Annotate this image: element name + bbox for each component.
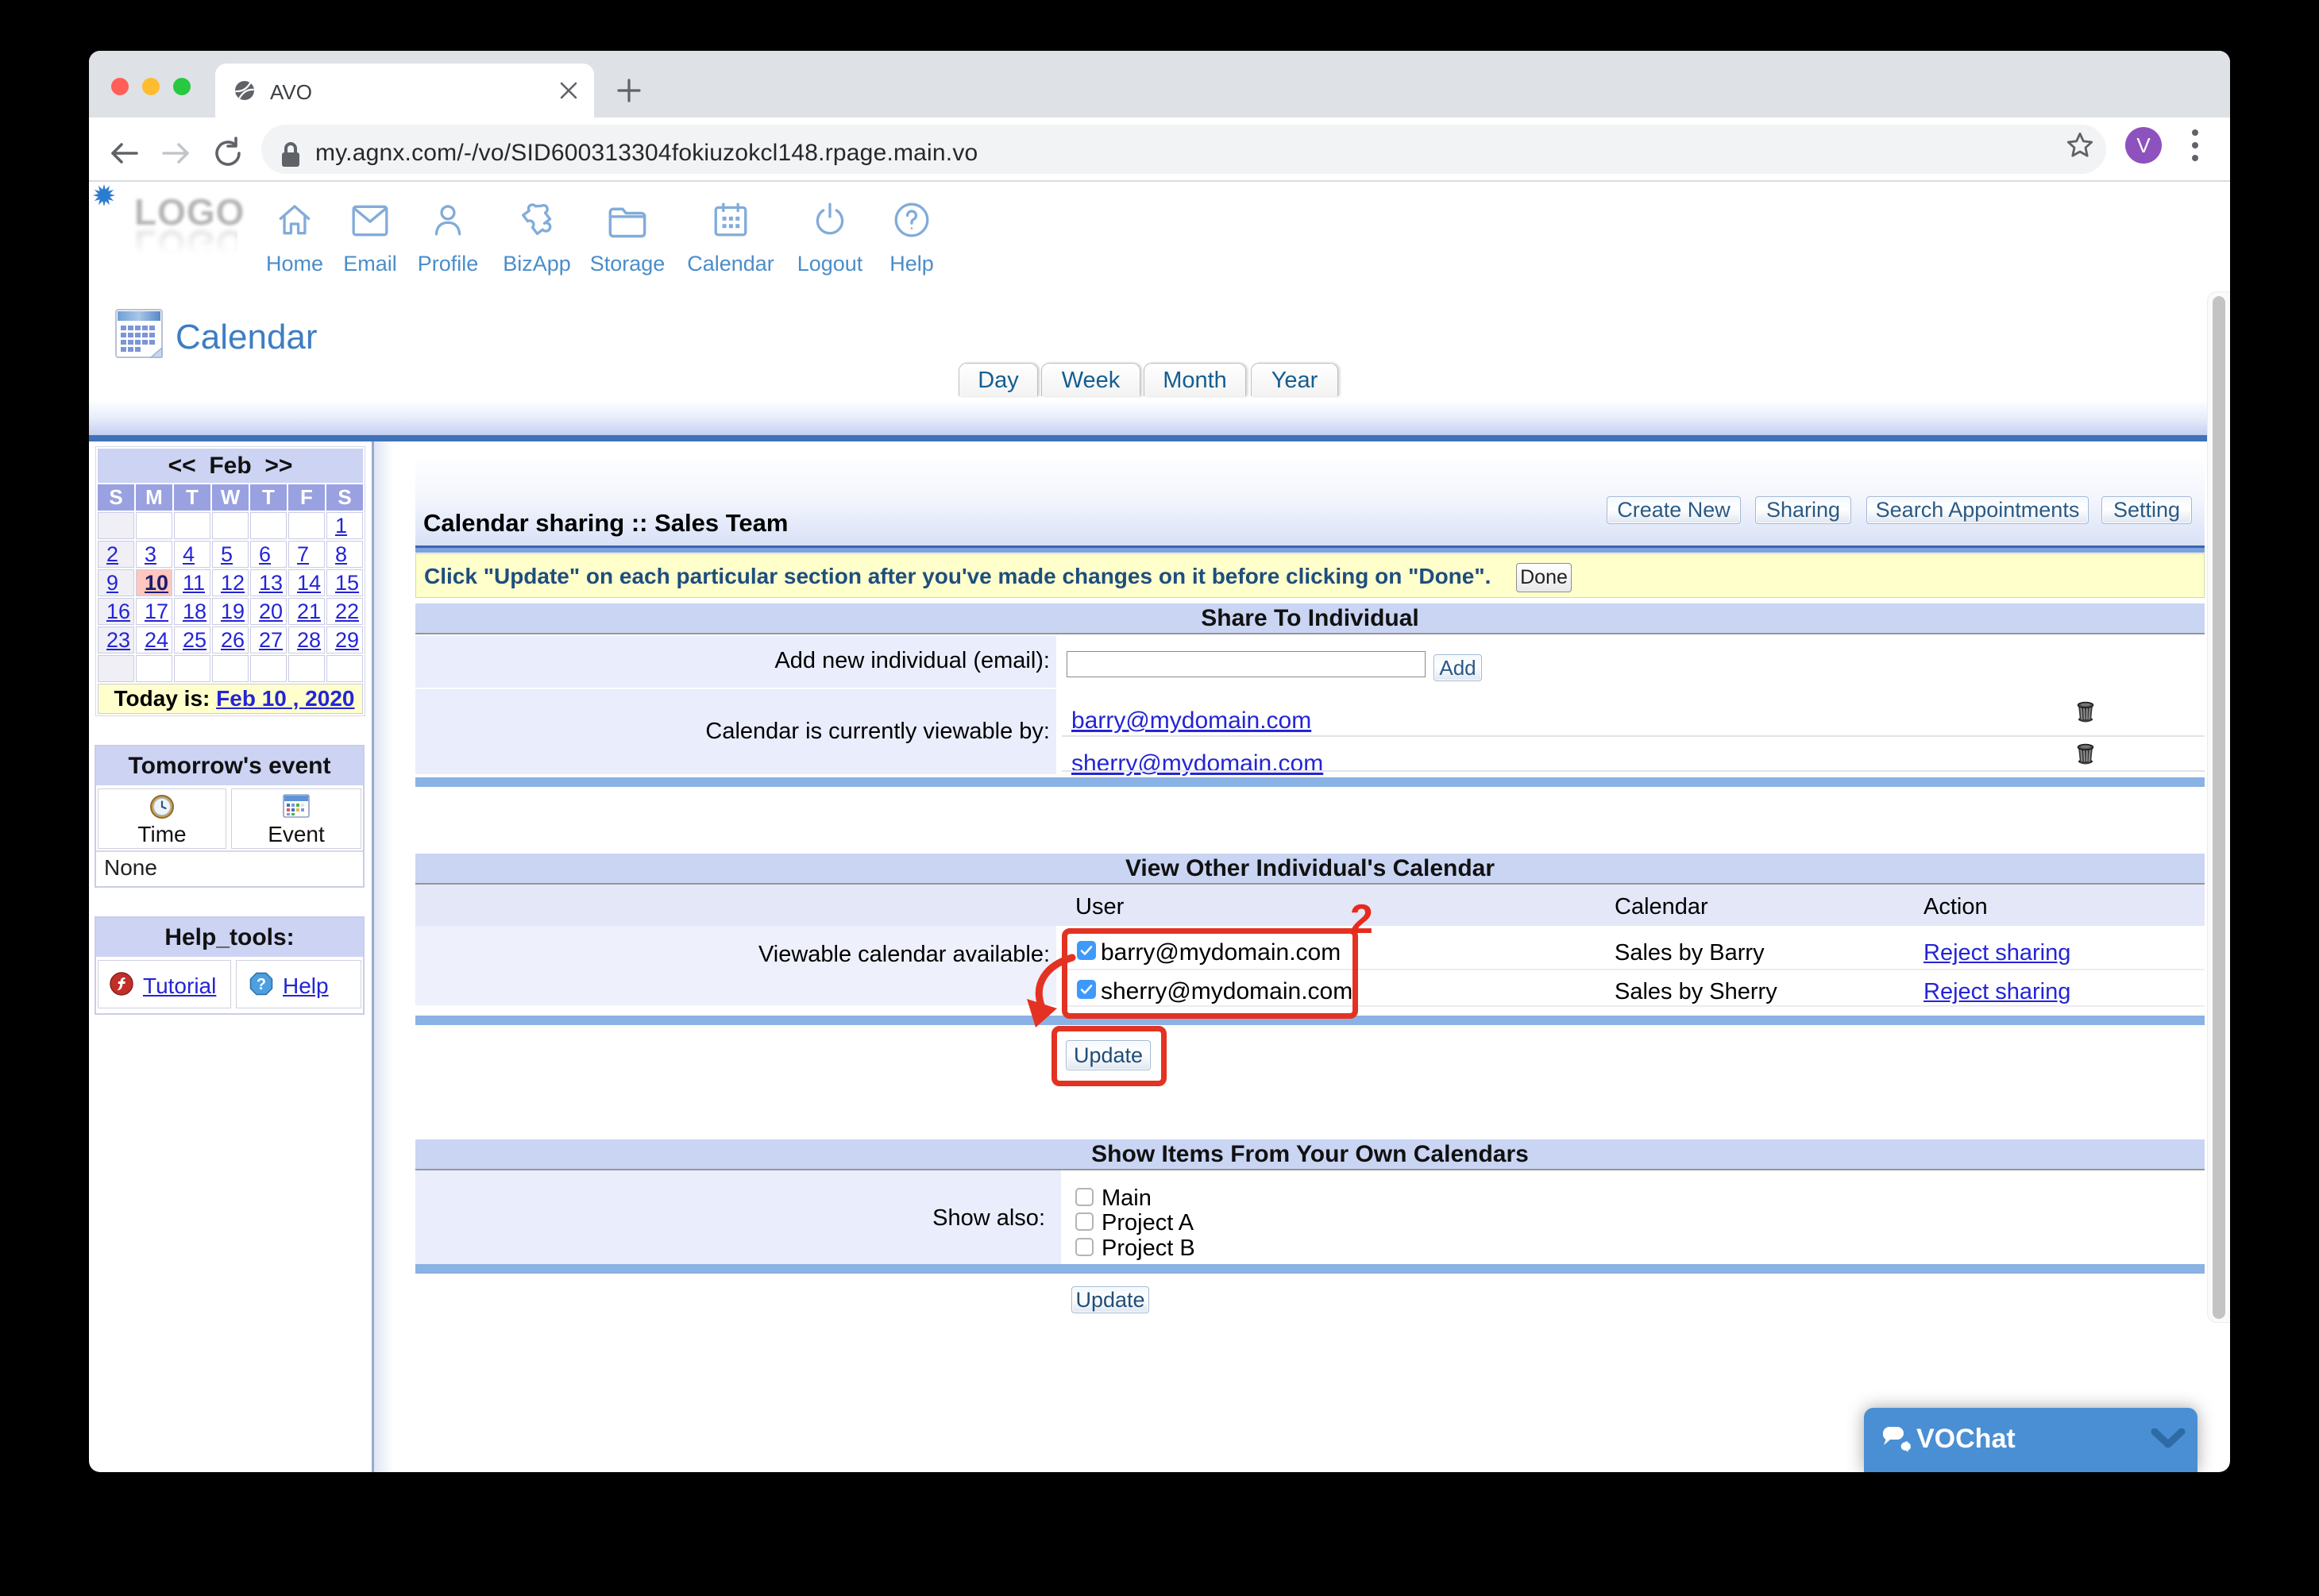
- svg-text:?: ?: [257, 976, 266, 993]
